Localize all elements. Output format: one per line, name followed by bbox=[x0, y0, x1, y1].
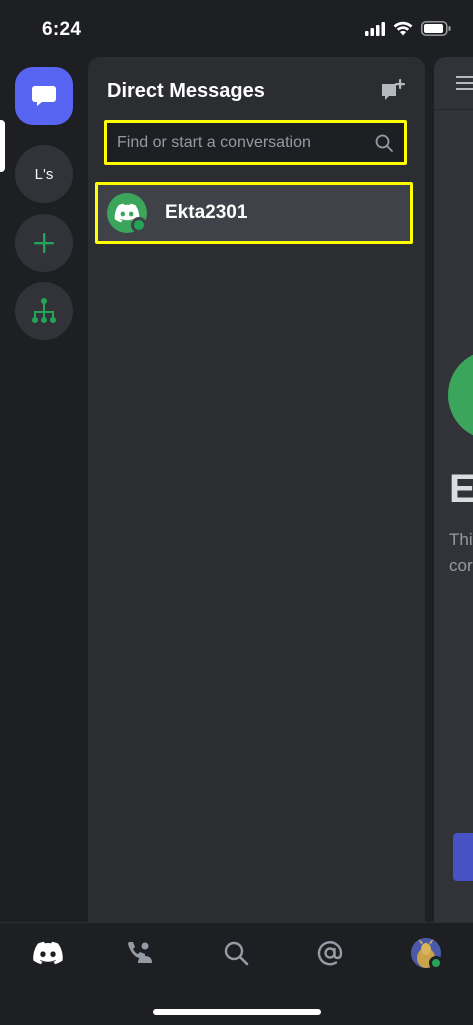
battery-icon bbox=[421, 21, 451, 36]
preview-description-line-2: cor bbox=[449, 556, 473, 575]
selected-indicator bbox=[0, 120, 5, 172]
server-icon-ls[interactable]: L's bbox=[15, 145, 73, 203]
hamburger-menu-icon[interactable] bbox=[456, 75, 473, 91]
at-sign-icon bbox=[317, 941, 343, 966]
online-status-indicator bbox=[131, 217, 147, 233]
new-message-button[interactable] bbox=[379, 78, 407, 106]
chat-bubble-icon bbox=[32, 86, 56, 106]
search-icon bbox=[224, 941, 249, 966]
preview-description: Thi cor bbox=[449, 527, 473, 579]
tab-mentions[interactable] bbox=[310, 937, 350, 969]
new-message-icon bbox=[382, 79, 405, 100]
tab-home[interactable] bbox=[28, 937, 68, 969]
tab-search[interactable] bbox=[216, 937, 256, 969]
wifi-icon bbox=[393, 21, 413, 36]
direct-messages-panel: Direct Messages Ekta2301 bbox=[88, 57, 425, 922]
status-bar: 6:24 bbox=[0, 0, 473, 60]
tab-friends[interactable] bbox=[120, 937, 160, 969]
profile-status-indicator bbox=[429, 956, 443, 970]
bottom-tab-bar bbox=[0, 922, 473, 1025]
cellular-signal-icon bbox=[365, 21, 385, 36]
search-box[interactable] bbox=[104, 120, 407, 165]
conversation-name: Ekta2301 bbox=[165, 202, 248, 223]
search-input[interactable] bbox=[117, 123, 367, 162]
friends-icon bbox=[128, 942, 152, 963]
status-time: 6:24 bbox=[42, 19, 82, 40]
discover-hubs-button[interactable] bbox=[15, 282, 73, 340]
preview-header bbox=[434, 57, 473, 110]
add-server-button[interactable] bbox=[15, 214, 73, 272]
plus-icon bbox=[34, 233, 54, 253]
preview-avatar bbox=[448, 350, 473, 440]
preview-action-button[interactable] bbox=[453, 833, 473, 881]
discord-logo-icon bbox=[33, 941, 63, 965]
server-rail: L's bbox=[0, 52, 88, 922]
search-icon bbox=[375, 134, 393, 152]
preview-username: E bbox=[449, 467, 473, 511]
direct-messages-button[interactable] bbox=[15, 67, 73, 125]
panel-title: Direct Messages bbox=[107, 80, 265, 102]
hub-network-icon bbox=[32, 298, 56, 323]
conversation-preview-panel: E Thi cor bbox=[434, 57, 473, 922]
status-icons bbox=[365, 21, 451, 36]
dm-conversation-item[interactable]: Ekta2301 bbox=[95, 182, 413, 244]
home-indicator bbox=[153, 1009, 321, 1015]
preview-description-line-1: Thi bbox=[449, 530, 473, 549]
server-label: L's bbox=[34, 165, 54, 183]
